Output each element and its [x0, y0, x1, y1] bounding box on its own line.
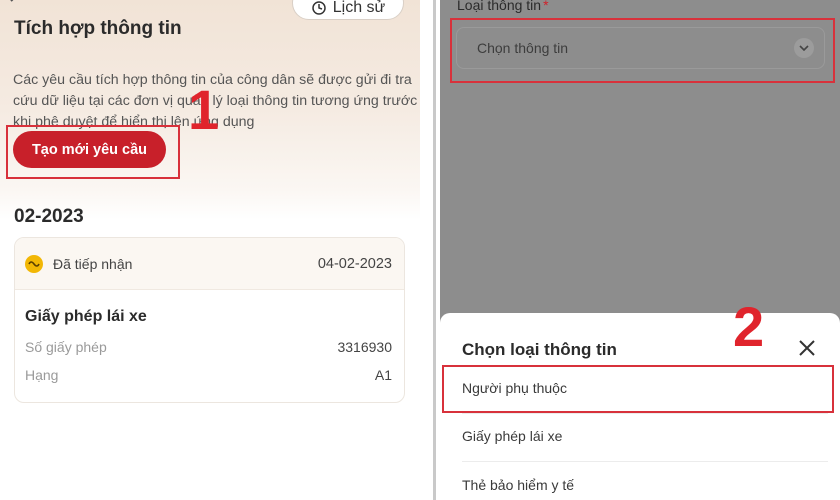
- request-card[interactable]: Đã tiếp nhận 04-02-2023 Giấy phép lái xe…: [14, 237, 405, 403]
- create-request-button[interactable]: Tạo mới yêu cầu: [13, 131, 166, 168]
- document-title: Giấy phép lái xe: [25, 308, 147, 325]
- field-label: Loại thông tin *: [457, 0, 549, 13]
- close-icon[interactable]: [798, 339, 816, 357]
- detail-key: Hạng: [25, 367, 59, 383]
- option-health-insurance[interactable]: Thẻ bảo hiểm y tế: [462, 477, 574, 493]
- clock-history-icon: [311, 1, 326, 15]
- bottom-sheet: Chọn loại thông tin 2 Người phụ thuộc Gi…: [440, 299, 840, 500]
- card-date: 04-02-2023: [317, 255, 392, 272]
- status-text: Đã tiếp nhận: [53, 255, 133, 272]
- page-title: Tích hợp thông tin: [14, 18, 182, 39]
- field-label-text: Loại thông tin: [457, 0, 542, 13]
- option-divider: [462, 413, 828, 414]
- select-placeholder: Chọn thông tin: [477, 40, 569, 56]
- chevron-down-icon: [794, 38, 814, 58]
- required-mark: *: [543, 0, 549, 13]
- option-driving-license[interactable]: Giấy phép lái xe: [462, 428, 562, 444]
- period-heading: 02-2023: [14, 206, 84, 227]
- option-dependent[interactable]: Người phụ thuộc: [462, 380, 567, 396]
- status-icon: [25, 254, 43, 273]
- history-button[interactable]: Lịch sử: [292, 0, 404, 20]
- info-type-select[interactable]: Chọn thông tin: [456, 27, 825, 69]
- panel-divider-line: [433, 0, 436, 500]
- card-header: Đã tiếp nhận 04-02-2023: [15, 238, 404, 290]
- sheet-title: Chọn loại thông tin: [462, 340, 617, 359]
- right-screen: Loại thông tin * Chọn thông tin Chọn loại…: [440, 0, 840, 500]
- detail-key: Số giấy phép: [25, 339, 107, 355]
- step-marker-1: 1: [188, 78, 220, 141]
- detail-row-class: Hạng A1: [25, 367, 392, 383]
- left-screen: Lịch sử Tích hợp thông tin Các yêu cầu t…: [0, 0, 420, 500]
- step-marker-2: 2: [733, 295, 765, 358]
- back-arrow-icon[interactable]: [8, 0, 28, 8]
- detail-value: A1: [374, 367, 392, 383]
- history-label: Lịch sử: [332, 0, 386, 16]
- panel-divider: [420, 0, 440, 500]
- detail-value: 3316930: [337, 339, 392, 355]
- option-divider: [462, 461, 828, 462]
- detail-row-license-number: Số giấy phép 3316930: [25, 339, 392, 355]
